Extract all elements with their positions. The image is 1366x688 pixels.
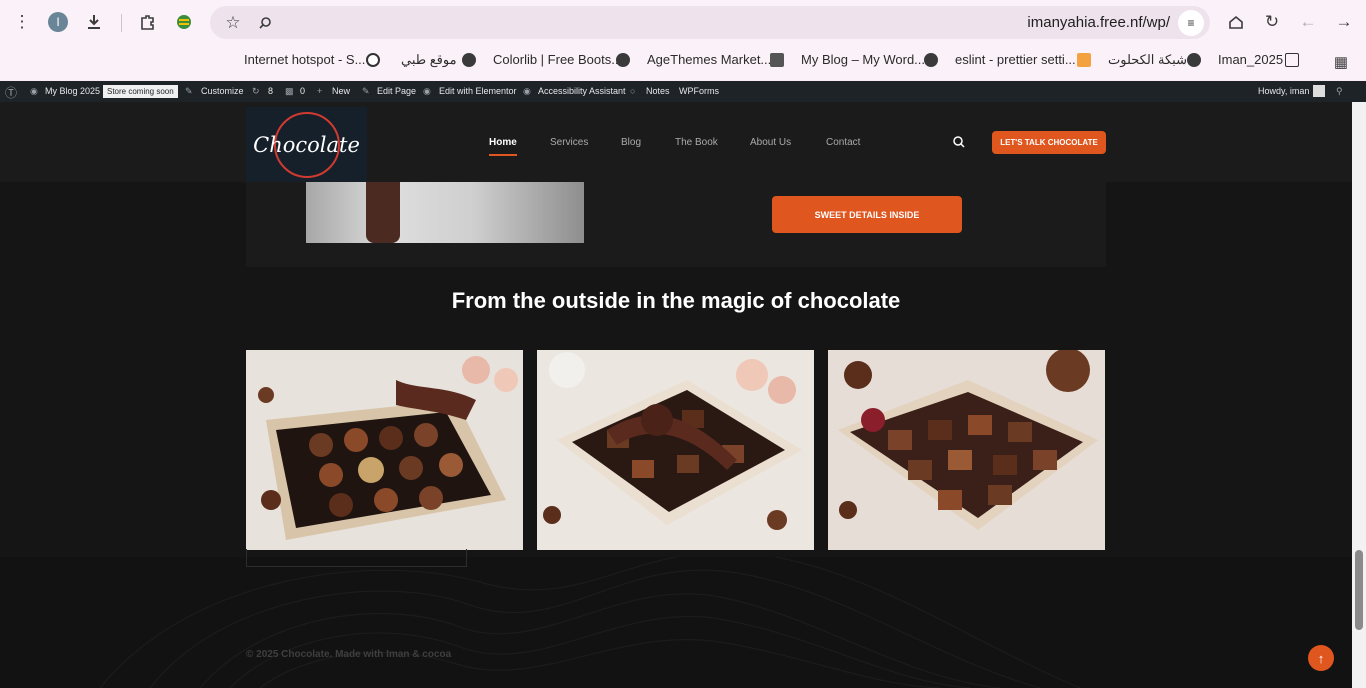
globe-icon [1187, 53, 1201, 67]
updates-icon: ↻ [252, 86, 260, 96]
download-icon[interactable] [83, 11, 105, 33]
howdy-text[interactable]: Howdy, iman [1258, 86, 1309, 96]
browser-chrome: ⋮ I ☆ imanyahia.free.nf/wp/ ≡ ↻ ← → Inte… [0, 0, 1366, 80]
lets-talk-chocolate-button[interactable]: LET'S TALK CHOCOLATE [992, 131, 1106, 154]
chocolate-box-image-3 [828, 350, 1105, 550]
comments-count[interactable]: 0 [300, 86, 305, 96]
nav-services[interactable]: Services [550, 137, 588, 148]
woman-photo [306, 182, 584, 243]
accessibility-icon: ◉ [523, 86, 531, 96]
chocolate-box-image-2 [537, 350, 814, 550]
address-bar[interactable]: ☆ imanyahia.free.nf/wp/ ≡ [210, 6, 1210, 39]
admin-search-icon[interactable]: ⚲ [1336, 86, 1343, 97]
elementor-icon: ◉ [423, 86, 431, 96]
back-to-top-button[interactable]: ↑ [1308, 645, 1334, 671]
elementor-link[interactable]: Edit with Elementor [439, 86, 517, 96]
globe-icon [924, 53, 938, 67]
scrollbar-thumb[interactable] [1355, 550, 1363, 630]
bookmarks-bar: Internet hotspot - S... موقع طبي Colorli… [0, 44, 1366, 80]
wp-admin-bar: Ⓣ ◉ My Blog 2025 Store coming soon ✎ Cus… [0, 81, 1366, 102]
bookmark-item[interactable]: eslint - prettier setti... [955, 52, 1076, 67]
globe-icon [616, 53, 630, 67]
extensions-icon[interactable] [137, 11, 159, 33]
nav-contact[interactable]: Contact [826, 137, 860, 148]
customize-link[interactable]: Customize [201, 86, 244, 96]
website-page: SWEET DETAILS INSIDE Chocolate Home Serv… [0, 102, 1352, 688]
new-link[interactable]: New [332, 86, 350, 96]
topographic-pattern [99, 551, 1081, 688]
site-settings-icon[interactable]: ≡ [1178, 10, 1204, 36]
home-icon[interactable] [1225, 11, 1247, 33]
bookmark-item[interactable]: AgeThemes Market... [647, 52, 771, 67]
logo-badge: Chocolate [253, 111, 360, 178]
bookmark-item[interactable]: موقع طبي [401, 52, 457, 68]
edit-page-link[interactable]: Edit Page [377, 86, 416, 96]
chocolate-box-image-1 [246, 350, 523, 550]
apps-grid-icon[interactable]: ▦ [1330, 51, 1352, 73]
url-text[interactable]: imanyahia.free.nf/wp/ [1027, 14, 1170, 31]
comments-icon: ▩ [285, 86, 294, 96]
nav-about-us[interactable]: About Us [750, 137, 791, 148]
logo-text: Chocolate [253, 132, 360, 157]
site-header: Chocolate Home Services Blog The Book Ab… [0, 102, 1352, 182]
browser-toolbar: ⋮ I ☆ imanyahia.free.nf/wp/ ≡ ↻ ← → [0, 0, 1366, 44]
toolbar-separator [121, 14, 122, 32]
profile-avatar[interactable]: I [48, 12, 68, 32]
wordpress-icon[interactable]: Ⓣ [5, 84, 17, 101]
globe-icon [462, 53, 476, 67]
notes-icon: ○ [630, 86, 636, 96]
footer-widget-box [246, 549, 467, 567]
folder-icon [1285, 53, 1299, 67]
stackoverflow-icon [1077, 53, 1091, 67]
copyright-text: © 2025 Chocolate. Made with Iman & cocoa [246, 649, 452, 660]
dashboard-icon: ◉ [30, 86, 38, 96]
moon-icon [366, 53, 380, 67]
bookmark-item[interactable]: Colorlib | Free Boots... [493, 52, 622, 67]
site-footer [0, 551, 1352, 688]
active-nav-underline [489, 154, 517, 156]
bookmark-item[interactable]: Iman_2025 [1218, 52, 1283, 67]
forward-icon[interactable]: → [1333, 11, 1355, 33]
site-logo[interactable]: Chocolate [246, 107, 367, 182]
agethemes-icon [770, 53, 784, 67]
bookmark-star-icon[interactable]: ☆ [222, 12, 244, 34]
menu-dots-icon[interactable]: ⋮ [11, 11, 33, 33]
notes-link[interactable]: Notes [646, 86, 670, 96]
nav-home[interactable]: Home [489, 137, 517, 148]
plus-icon: + [317, 86, 323, 96]
nav-the-book[interactable]: The Book [675, 137, 718, 148]
pencil-icon: ✎ [362, 86, 370, 96]
site-search-icon[interactable] [952, 135, 966, 152]
updates-count[interactable]: 8 [268, 86, 273, 96]
globe-extension-icon[interactable] [173, 11, 195, 33]
page-scrollbar[interactable] [1352, 102, 1366, 688]
accessibility-link[interactable]: Accessibility Assistant [538, 86, 626, 96]
bookmark-item[interactable]: Internet hotspot - S... [244, 52, 365, 67]
search-icon[interactable] [254, 12, 276, 34]
bookmark-item[interactable]: شبكة الكحلوت [1108, 52, 1187, 68]
site-name[interactable]: My Blog 2025 [45, 86, 100, 96]
hair-shape [366, 182, 400, 243]
user-avatar[interactable] [1313, 85, 1325, 97]
sweet-details-button[interactable]: SWEET DETAILS INSIDE [772, 196, 962, 233]
wpforms-link[interactable]: WPForms [679, 86, 719, 96]
nav-blog[interactable]: Blog [621, 137, 641, 148]
brush-icon: ✎ [185, 86, 193, 96]
bookmark-item[interactable]: My Blog – My Word... [801, 52, 925, 67]
reload-icon[interactable]: ↻ [1261, 11, 1283, 33]
section-title: From the outside in the magic of chocola… [451, 288, 901, 313]
store-badge[interactable]: Store coming soon [103, 85, 178, 98]
back-icon[interactable]: ← [1297, 11, 1319, 33]
